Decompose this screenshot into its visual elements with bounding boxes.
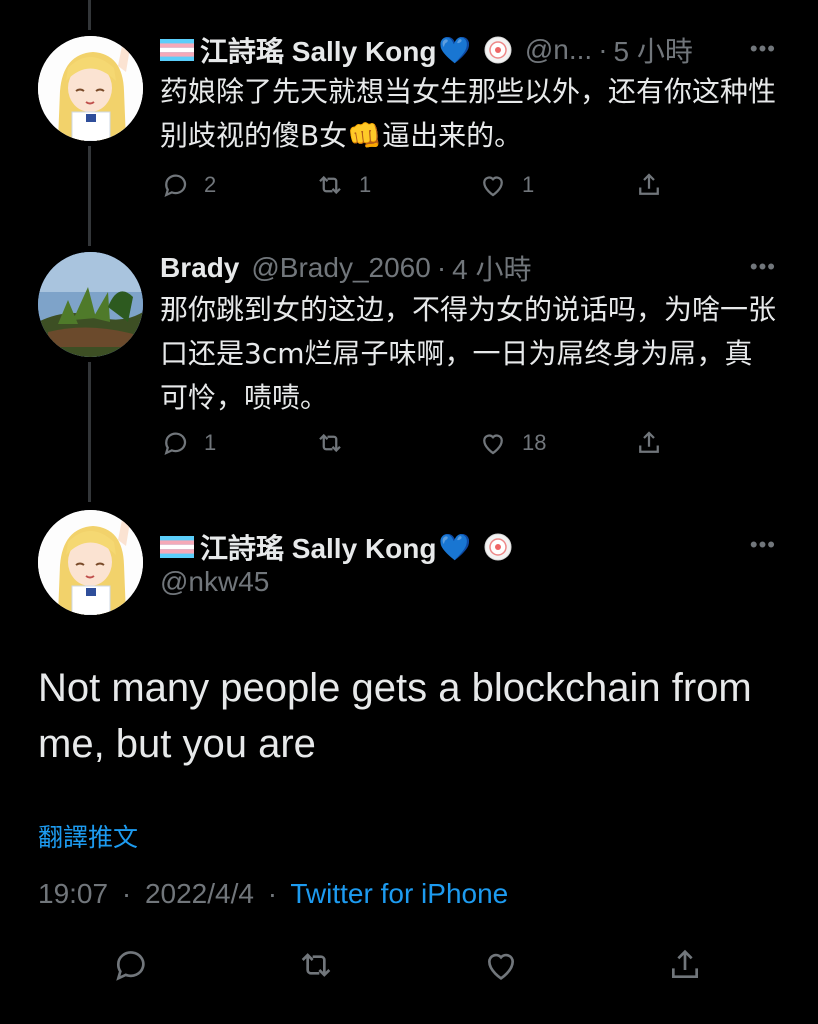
timestamp[interactable]: 4 小時 bbox=[452, 248, 531, 288]
separator: · bbox=[598, 34, 608, 65]
like-count: 1 bbox=[522, 172, 535, 197]
share-icon bbox=[639, 173, 659, 195]
like-count: 18 bbox=[522, 430, 547, 455]
heart-icon bbox=[483, 176, 503, 197]
blue-heart-emoji: 💙 bbox=[438, 531, 471, 562]
like-button[interactable]: 1 bbox=[478, 170, 534, 200]
tweet-text: 那你跳到女的这边，不得为女的说话吗，为啥一张口还是3cm烂屌子味啊，一日为屌终身… bbox=[160, 293, 777, 414]
retweet-icon bbox=[301, 953, 331, 977]
reply-icon bbox=[164, 174, 187, 198]
retweet-button[interactable]: 1 bbox=[315, 170, 371, 200]
trans-flag-icon bbox=[160, 536, 194, 558]
like-button[interactable] bbox=[481, 945, 521, 985]
timestamp[interactable]: 5 小時 bbox=[614, 30, 693, 70]
retweet-icon bbox=[319, 433, 341, 453]
handle[interactable]: @n... bbox=[525, 34, 592, 66]
tweet-header: 江詩瑤 Sally Kong 💙 @n... · 5 小時 bbox=[160, 30, 693, 70]
sticker-badge-icon bbox=[483, 35, 513, 65]
tweet-actions: 1 18 bbox=[160, 428, 700, 464]
blue-heart-emoji: 💙 bbox=[438, 34, 471, 65]
more-options-button[interactable]: ••• bbox=[750, 532, 776, 558]
reply-count: 1 bbox=[204, 430, 217, 455]
retweet-button[interactable] bbox=[315, 428, 359, 458]
display-name[interactable]: 江詩瑤 Sally Kong bbox=[200, 30, 436, 70]
handle[interactable]: @nkw45 bbox=[160, 566, 269, 598]
avatar[interactable] bbox=[38, 36, 143, 141]
reply-icon bbox=[164, 432, 187, 456]
tweet-date: 2022/4/4 bbox=[144, 878, 254, 909]
share-button[interactable] bbox=[634, 428, 678, 458]
heart-icon bbox=[483, 434, 503, 455]
trans-flag-icon bbox=[160, 39, 194, 61]
main-tweet-header: 江詩瑤 Sally Kong 💙 bbox=[160, 527, 513, 567]
tweet-time: 19:07 bbox=[38, 878, 109, 909]
reply-button[interactable] bbox=[110, 945, 150, 985]
translate-tweet-link[interactable]: 翻譯推文 bbox=[38, 818, 138, 854]
share-button[interactable] bbox=[665, 945, 705, 985]
tweet-source-link[interactable]: Twitter for iPhone bbox=[290, 878, 508, 909]
reply-button[interactable]: 1 bbox=[160, 428, 216, 458]
avatar[interactable] bbox=[38, 510, 143, 615]
tweet-text: 药娘除了先天就想当女生那些以外，还有你这种性别歧视的傻B女👊逼出来的。 bbox=[160, 75, 777, 152]
thread-line-top bbox=[88, 0, 91, 30]
thread-line-2 bbox=[88, 362, 91, 502]
share-button[interactable] bbox=[634, 170, 678, 200]
thread-line-1 bbox=[88, 146, 91, 246]
like-button[interactable]: 18 bbox=[478, 428, 546, 458]
main-tweet-text: Not many people gets a blockchain from m… bbox=[38, 666, 752, 766]
sticker-badge-icon bbox=[483, 532, 513, 562]
retweet-icon bbox=[319, 175, 341, 195]
display-name[interactable]: Brady bbox=[160, 252, 239, 284]
reply-button[interactable]: 2 bbox=[160, 170, 216, 200]
more-options-button[interactable]: ••• bbox=[750, 36, 776, 62]
reply-icon bbox=[116, 951, 145, 981]
avatar[interactable] bbox=[38, 252, 143, 357]
more-options-button[interactable]: ••• bbox=[750, 254, 776, 280]
display-name[interactable]: 江詩瑤 Sally Kong bbox=[200, 527, 436, 567]
handle[interactable]: @Brady_2060 bbox=[251, 252, 430, 284]
tweet-actions: 2 1 1 bbox=[160, 170, 700, 206]
tweet-header: Brady @Brady_2060 · 4 小時 bbox=[160, 248, 532, 288]
separator: · bbox=[121, 878, 132, 909]
main-tweet-actions bbox=[0, 945, 818, 989]
retweet-button[interactable] bbox=[296, 945, 336, 985]
heart-icon bbox=[487, 953, 515, 980]
reply-count: 2 bbox=[204, 172, 217, 197]
share-icon bbox=[639, 431, 659, 453]
retweet-count: 1 bbox=[359, 172, 372, 197]
separator: · bbox=[436, 252, 447, 283]
separator: · bbox=[267, 878, 278, 909]
share-icon bbox=[672, 949, 698, 978]
tweet-meta: 19:07 · 2022/4/4 · Twitter for iPhone bbox=[38, 878, 508, 910]
